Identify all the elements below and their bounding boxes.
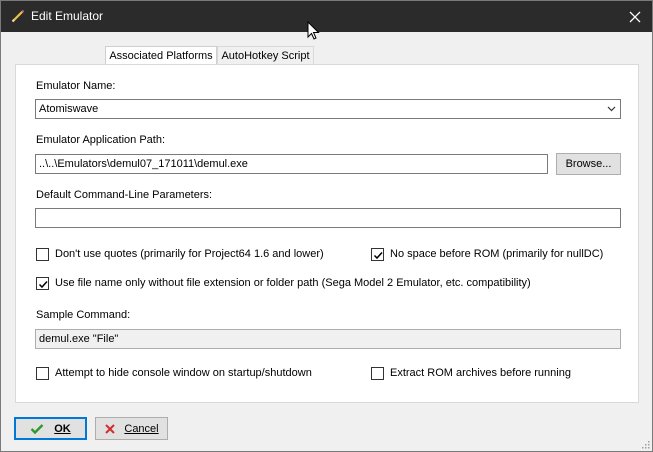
- hide-console-checkbox[interactable]: Attempt to hide console window on startu…: [36, 365, 312, 381]
- mouse-cursor-icon: [307, 21, 320, 40]
- close-button[interactable]: [618, 1, 652, 32]
- browse-button[interactable]: Browse...: [556, 153, 621, 175]
- no-space-before-rom-label: No space before ROM (primarily for nullD…: [390, 248, 604, 260]
- chevron-down-icon[interactable]: [607, 105, 616, 113]
- sample-command-field: demul.exe "File": [35, 329, 621, 349]
- extract-rom-checkbox[interactable]: Extract ROM archives before running: [371, 365, 571, 381]
- use-file-name-only-label: Use file name only without file extensio…: [55, 277, 531, 289]
- sample-command-label: Sample Command:: [36, 309, 131, 321]
- checkbox-box[interactable]: [36, 366, 49, 380]
- checkmark-icon: [38, 280, 48, 288]
- extract-rom-label: Extract ROM archives before running: [390, 367, 571, 379]
- window-title: Edit Emulator: [31, 9, 104, 23]
- dont-use-quotes-checkbox[interactable]: Don't use quotes (primarily for Project6…: [36, 246, 324, 262]
- emulator-name-combo[interactable]: Atomiswave: [35, 99, 621, 119]
- emulator-name-value: Atomiswave: [39, 103, 99, 115]
- emulator-name-label: Emulator Name:: [36, 80, 116, 92]
- close-icon: [629, 11, 641, 22]
- app-path-label: Emulator Application Path:: [36, 134, 166, 146]
- resize-grip-icon[interactable]: [640, 439, 650, 449]
- app-path-input[interactable]: ..\..\Emulators\demul07_171011\demul.exe: [35, 154, 548, 174]
- dont-use-quotes-label: Don't use quotes (primarily for Project6…: [55, 248, 324, 260]
- params-input[interactable]: [35, 208, 621, 228]
- checkbox-box[interactable]: [36, 276, 49, 290]
- use-file-name-only-checkbox[interactable]: Use file name only without file extensio…: [36, 275, 531, 291]
- params-label: Default Command-Line Parameters:: [36, 189, 213, 201]
- checkmark-icon: [373, 251, 383, 259]
- checkbox-box[interactable]: [371, 366, 384, 380]
- checkbox-box[interactable]: [36, 247, 49, 261]
- cancel-button[interactable]: Cancel: [95, 417, 168, 440]
- no-space-before-rom-checkbox[interactable]: No space before ROM (primarily for nullD…: [371, 246, 603, 262]
- ok-button[interactable]: OK: [14, 417, 87, 440]
- tab-associated-platforms[interactable]: Associated Platforms: [105, 46, 217, 65]
- pencil-icon: [10, 8, 26, 24]
- ok-label: OK: [54, 422, 71, 435]
- cancel-label: Cancel: [124, 422, 159, 435]
- checkbox-box[interactable]: [371, 247, 384, 261]
- edit-emulator-window: Edit Emulator Associated Platforms AutoH…: [0, 0, 653, 452]
- tab-autohotkey-script[interactable]: AutoHotkey Script: [217, 46, 314, 65]
- cancel-x-icon: [105, 423, 116, 434]
- title-bar[interactable]: Edit Emulator: [1, 1, 652, 32]
- checkmark-icon: [30, 423, 44, 434]
- hide-console-label: Attempt to hide console window on startu…: [55, 367, 312, 379]
